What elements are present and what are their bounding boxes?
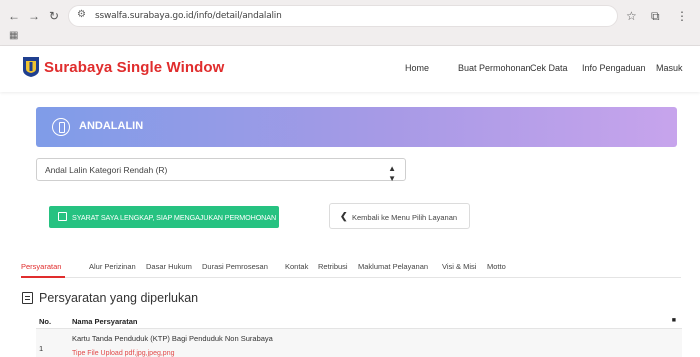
url-text: sswalfa.surabaya.go.id/info/detail/andal… <box>95 11 282 21</box>
forward-arrow-icon[interactable]: → <box>26 8 42 24</box>
extensions-icon[interactable]: ⧉ <box>651 8 660 24</box>
select-caret-icon: ▲ ▼ <box>388 164 396 183</box>
tab-persyaratan[interactable]: Persyaratan <box>21 262 61 271</box>
brand-title[interactable]: Surabaya Single Window <box>44 59 224 76</box>
back-to-menu-button[interactable]: ❮ Kembali ke Menu Pilih Layanan <box>329 203 470 229</box>
service-select-value: Andal Lalin Kategori Rendah (R) <box>45 165 168 175</box>
browser-menu-icon[interactable]: ⋮ <box>676 8 688 24</box>
browser-chrome: ← → ↻ ⚙ sswalfa.surabaya.go.id/info/deta… <box>0 0 700 46</box>
checklist-icon <box>58 212 67 221</box>
table-header: No. Nama Persyaratan ■ <box>36 313 682 329</box>
address-bar[interactable]: ⚙ sswalfa.surabaya.go.id/info/detail/and… <box>68 5 618 27</box>
tab-visi-misi[interactable]: Visi & Misi <box>442 262 476 271</box>
document-icon <box>52 118 70 136</box>
back-button-label: Kembali ke Menu Pilih Layanan <box>352 213 458 222</box>
sort-icon[interactable]: ■ <box>672 317 676 324</box>
column-header-no[interactable]: No. <box>39 317 51 326</box>
tab-maklumat-pelayanan[interactable]: Maklumat Pelayanan <box>358 262 428 271</box>
apply-button-label: SYARAT SAYA LENGKAP, SIAP MENGAJUKAN PER… <box>72 213 277 222</box>
menu-buat-permohonan[interactable]: Buat Permohonan <box>458 63 531 73</box>
table-row: 1 Kartu Tanda Penduduk (KTP) Bagi Pendud… <box>36 329 682 357</box>
apply-button[interactable]: SYARAT SAYA LENGKAP, SIAP MENGAJUKAN PER… <box>49 206 279 228</box>
tab-kontak[interactable]: Kontak <box>285 262 308 271</box>
info-tabs: Persyaratan Alur Perizinan Dasar Hukum D… <box>21 258 681 278</box>
reload-icon[interactable]: ↻ <box>46 8 62 24</box>
row-number: 1 <box>39 344 44 353</box>
back-arrow-icon[interactable]: ← <box>6 8 22 24</box>
site-header: Surabaya Single Window Home Buat Permoho… <box>0 46 700 92</box>
menu-home[interactable]: Home <box>405 63 429 73</box>
tab-retribusi[interactable]: Retribusi <box>318 262 348 271</box>
service-select[interactable]: Andal Lalin Kategori Rendah (R) ▲ ▼ <box>36 158 406 183</box>
menu-cek-data[interactable]: Cek Data <box>530 63 568 73</box>
active-tab-indicator <box>21 276 65 278</box>
tab-alur-perizinan[interactable]: Alur Perizinan <box>89 262 136 271</box>
apps-grid-icon[interactable]: ▦ <box>9 30 18 41</box>
requirement-name: Kartu Tanda Penduduk (KTP) Bagi Penduduk… <box>72 334 273 343</box>
tab-dasar-hukum[interactable]: Dasar Hukum <box>146 262 192 271</box>
tab-durasi-pemrosesan[interactable]: Durasi Pemrosesan <box>202 262 268 271</box>
section-title: Persyaratan yang diperlukan <box>39 291 199 305</box>
site-info-icon[interactable]: ⚙ <box>77 9 86 20</box>
chevron-left-icon: ❮ <box>340 211 348 221</box>
banner-title: ANDALALIN <box>79 120 144 132</box>
tab-motto[interactable]: Motto <box>487 262 506 271</box>
surabaya-logo-icon[interactable] <box>22 56 40 78</box>
bookmark-star-icon[interactable]: ☆ <box>626 8 637 24</box>
menu-info-pengaduan[interactable]: Info Pengaduan <box>582 63 646 73</box>
list-icon <box>22 292 33 304</box>
service-banner: ANDALALIN <box>36 107 677 147</box>
column-header-name[interactable]: Nama Persyaratan <box>72 317 137 326</box>
menu-masuk[interactable]: Masuk <box>656 63 683 73</box>
